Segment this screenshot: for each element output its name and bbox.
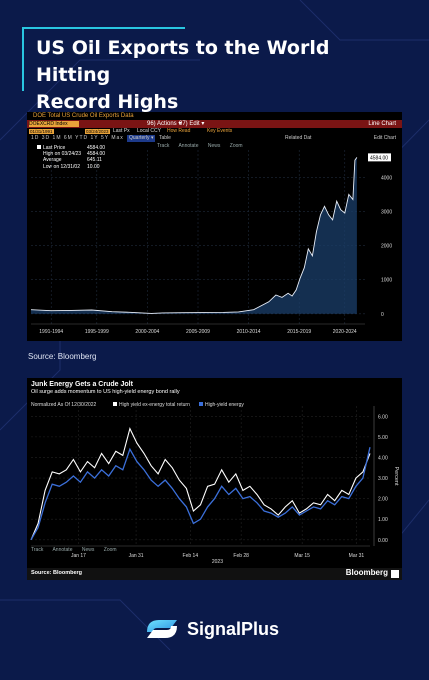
last-value-label: 4584.00	[370, 155, 388, 161]
area-fill	[31, 157, 357, 314]
y-tick-label: 3.00	[378, 476, 388, 482]
track-tool[interactable]: Track	[31, 547, 43, 553]
y-tick-label: 5.00	[378, 435, 388, 441]
x-tick-label: Feb 28	[233, 553, 249, 559]
x-tick-label: 2005-2009	[186, 329, 210, 335]
x-tick-label: 2010-2014	[237, 329, 261, 335]
y-tick-label: 4.00	[378, 455, 388, 461]
oil-exports-chart: DOE Total US Crude Oil Exports Data DOEX…	[27, 112, 402, 341]
y-tick-label: 0.00	[378, 538, 388, 544]
page-title: US Oil Exports to the World Hitting Reco…	[36, 35, 396, 116]
y-tick-label: 4000	[381, 175, 392, 181]
page-title-line-1: US Oil Exports to the World Hitting	[36, 37, 330, 86]
y-tick-label: 6.00	[378, 414, 388, 420]
chart2-footer: Source: Bloomberg Bloomberg	[27, 568, 402, 580]
y-tick-label: 2.00	[378, 497, 388, 503]
x-tick-label: Mar 31	[349, 553, 365, 559]
oil-exports-plot: 4000 3000 2000 1000 0 4584.00 1991-1994 1995-19…	[30, 150, 392, 335]
signalplus-logo: SignalPlus	[143, 616, 293, 644]
signalplus-wordmark: SignalPlus	[187, 619, 280, 639]
x-tick-label: Mar 15	[294, 553, 310, 559]
x-tick-label: 1991-1994	[39, 329, 63, 335]
x-tick-label: 2015-2019	[287, 329, 311, 335]
chart2-tools: Track Annotate News Zoom	[31, 547, 125, 553]
news-tool[interactable]: News	[82, 547, 95, 553]
x-tick-label: 2020-2024	[333, 329, 357, 335]
y-tick-label: 0	[381, 312, 384, 318]
y-tick-label: 1.00	[378, 517, 388, 523]
annotate-tool[interactable]: Annotate	[52, 547, 72, 553]
title-block: US Oil Exports to the World Hitting Reco…	[22, 29, 402, 113]
x-tick-label: 2000-2004	[135, 329, 159, 335]
x-year-label: 2023	[212, 559, 223, 565]
chart2-source: Source: Bloomberg	[31, 570, 83, 576]
y-tick-label: 3000	[381, 209, 392, 215]
x-tick-label: Feb 14	[183, 553, 199, 559]
series-ex-energy-line	[30, 427, 371, 541]
x-tick-label: Jan 17	[71, 553, 86, 559]
y-tick-label: 2000	[381, 244, 392, 250]
bloomberg-logo: Bloomberg	[345, 568, 388, 577]
series-energy-line	[30, 447, 371, 541]
signalplus-icon	[147, 620, 177, 638]
y-axis-label: Percent	[393, 467, 399, 486]
title-accent-bar	[22, 29, 24, 91]
y-tick-label: 1000	[381, 278, 392, 284]
x-tick-label: Jan 31	[129, 553, 144, 559]
bloomberg-icon	[391, 570, 399, 578]
zoom-tool[interactable]: Zoom	[104, 547, 117, 553]
chart1-source: Source: Bloomberg	[28, 352, 97, 361]
x-tick-label: 1995-1999	[85, 329, 109, 335]
junk-energy-chart: Junk Energy Gets a Crude Jolt Oil surge …	[27, 378, 402, 580]
